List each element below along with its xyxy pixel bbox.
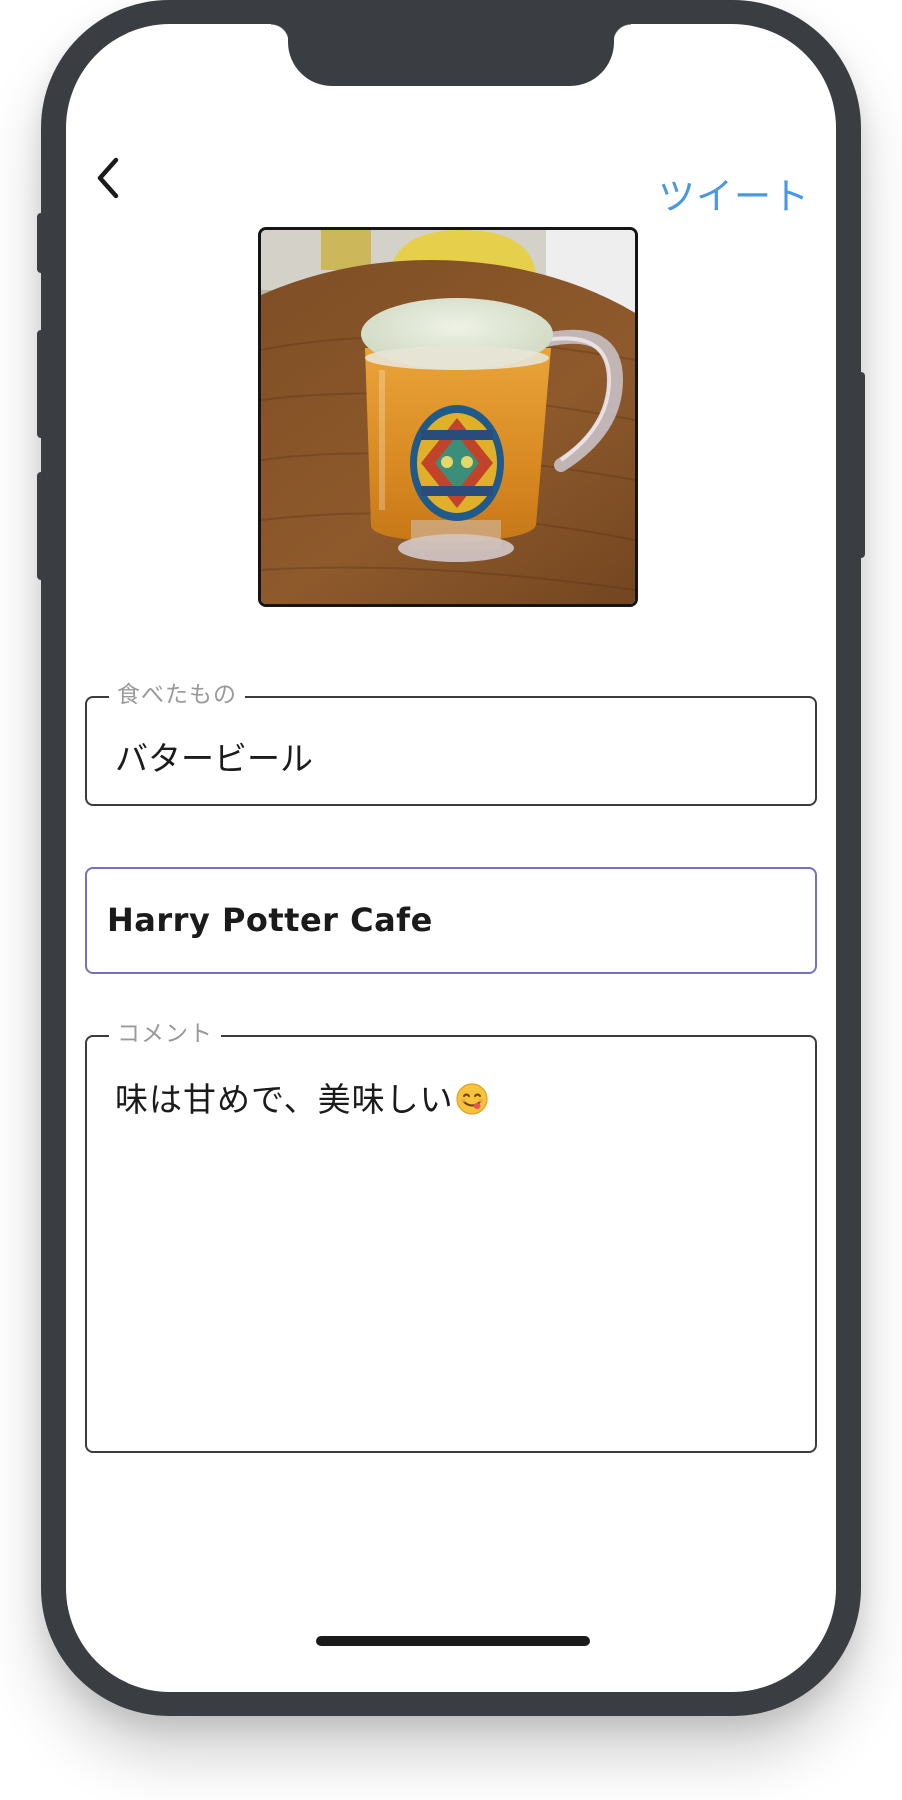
place-field-value: Harry Potter Cafe [107,901,433,939]
food-photo[interactable] [258,227,638,607]
mockup-stage: ツイート 食べたもの バタービール Harry Potter Cafe コメント… [0,0,902,1800]
food-field-label: 食べたもの [109,680,245,710]
place-field[interactable]: Harry Potter Cafe [85,867,817,974]
comment-field[interactable]: コメント 味は甘めで、美味しい [85,1019,817,1453]
comment-field-value: 味は甘めで、美味しい [115,1080,454,1119]
silent-switch [37,213,45,273]
volume-up-button [37,330,45,438]
comment-field-value-wrap: 味は甘めで、美味しい [115,1073,488,1121]
yum-face-emoji-icon [456,1083,488,1115]
volume-down-button [37,472,45,580]
phone-screen: ツイート 食べたもの バタービール Harry Potter Cafe コメント… [66,24,836,1692]
power-button [857,372,865,558]
back-button[interactable] [90,150,130,206]
food-field-value: バタービール [115,739,313,778]
food-field[interactable]: 食べたもの バタービール [85,680,817,806]
notch [271,24,631,86]
tweet-button[interactable]: ツイート [658,166,810,220]
comment-field-label: コメント [109,1019,221,1049]
butterbeer-photo [261,230,635,604]
chevron-left-icon [97,157,119,199]
home-indicator[interactable] [316,1636,590,1646]
